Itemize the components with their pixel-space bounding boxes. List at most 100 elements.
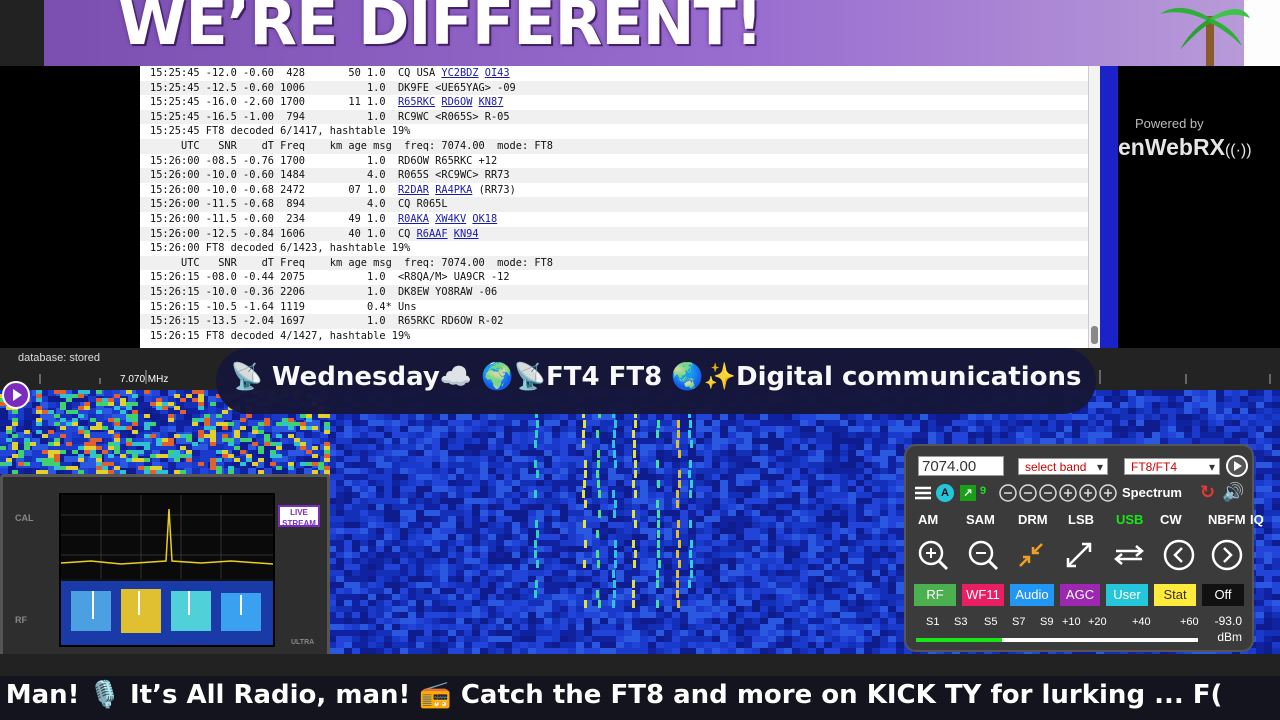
waterfall-cell [464,570,472,576]
waterfall-cell [288,450,296,456]
waterfall-cell [520,492,528,498]
waterfall-cell [544,432,552,438]
waterfall-cell [824,540,832,546]
waterfall-cell [680,558,688,564]
waterfall-cell [1272,504,1280,510]
waterfall-cell [584,432,592,438]
waterfall-cell [1128,408,1136,414]
waterfall-cell [712,456,720,462]
waterfall-cell [384,510,392,516]
waterfall-cell [480,474,488,480]
waterfall-cell [664,462,672,468]
waterfall-cell [664,522,672,528]
waterfall-cell [768,426,776,432]
waterfall-cell [200,450,208,456]
waterfall-cell [896,480,904,486]
waterfall-cell [784,474,792,480]
waterfall-cell [552,480,560,486]
waterfall-cell [736,432,744,438]
callsign-link[interactable]: OK18 [472,213,497,225]
waterfall-cell [368,546,376,552]
callsign-link[interactable]: R65RKC [398,96,435,108]
waterfall-cell [488,474,496,480]
waterfall-cell [464,420,472,426]
waterfall-cell [360,510,368,516]
waterfall-cell [440,528,448,534]
ft8-decode-log[interactable]: 15:25:45 -12.0 -0.60 428 50 1.0 CQ USA Y… [140,66,1088,348]
waterfall-cell [768,474,776,480]
waterfall-cell [800,420,808,426]
waterfall-cell [344,420,352,426]
callsign-link[interactable]: RA4PKA [435,184,472,196]
callsign-link[interactable]: OI43 [485,67,510,79]
waterfall-cell [832,552,840,558]
waterfall-cell [96,414,104,420]
waterfall-cell [544,534,552,540]
waterfall-cell [424,528,432,534]
waterfall-cell [480,516,488,522]
callsign-link[interactable]: R6AAF [417,228,448,240]
waterfall-cell [1264,534,1272,540]
waterfall-cell [376,570,384,576]
waterfall-cell [680,540,688,546]
waterfall-cell [880,414,888,420]
waterfall-cell [704,546,712,552]
waterfall-cell [440,414,448,420]
waterfall-cell [720,456,728,462]
waterfall-cell [712,420,720,426]
waterfall-cell [392,540,400,546]
waterfall-cell [1256,468,1264,474]
waterfall-cell [712,534,720,540]
waterfall-cell [440,444,448,450]
waterfall-cell [1272,396,1280,402]
waterfall-cell [504,474,512,480]
waterfall-cell [696,516,704,522]
waterfall-cell [1184,426,1192,432]
callsign-link[interactable]: RD6OW [441,96,472,108]
waterfall-cell [1072,414,1080,420]
waterfall-cell [696,450,704,456]
waterfall-cell [1232,426,1240,432]
waterfall-cell [344,522,352,528]
waterfall-cell [432,432,440,438]
waterfall-cell [768,444,776,450]
waterfall-cell [720,552,728,558]
waterfall-cell [456,462,464,468]
waterfall-cell [888,468,896,474]
waterfall-cell [1128,414,1136,420]
waterfall-cell [768,570,776,576]
waterfall-cell [1120,408,1128,414]
log-scrollbar-thumb[interactable] [1091,326,1098,344]
callsign-link[interactable]: R0AKA [398,213,429,225]
callsign-link[interactable]: XW4KV [435,213,466,225]
waterfall-cell [568,522,576,528]
waterfall-cell [1104,426,1112,432]
log-scrollbar[interactable] [1088,66,1100,348]
waterfall-cell [1256,396,1264,402]
waterfall-cell [656,414,664,420]
waterfall-cell [440,522,448,528]
callsign-link[interactable]: KN87 [479,96,504,108]
waterfall-cell [432,426,440,432]
waterfall-cell [872,516,880,522]
waterfall-cell [832,534,840,540]
waterfall-cell [384,468,392,474]
waterfall-cell [864,414,872,420]
waterfall-cell [880,450,888,456]
waterfall-cell [1240,402,1248,408]
waterfall-cell [768,504,776,510]
waterfall-cell [296,450,304,456]
waterfall-cell [360,498,368,504]
waterfall-cell [1264,450,1272,456]
callsign-link[interactable]: KN94 [454,228,479,240]
waterfall-cell [416,414,424,420]
waterfall-cell [1256,420,1264,426]
waterfall-cell [1256,558,1264,564]
waterfall-cell [832,540,840,546]
callsign-link[interactable]: YC2BDZ [441,67,478,79]
waterfall-cell [736,546,744,552]
waterfall-cell [424,546,432,552]
waterfall-cell [512,522,520,528]
callsign-link[interactable]: R2DAR [398,184,429,196]
waterfall-cell [296,432,304,438]
